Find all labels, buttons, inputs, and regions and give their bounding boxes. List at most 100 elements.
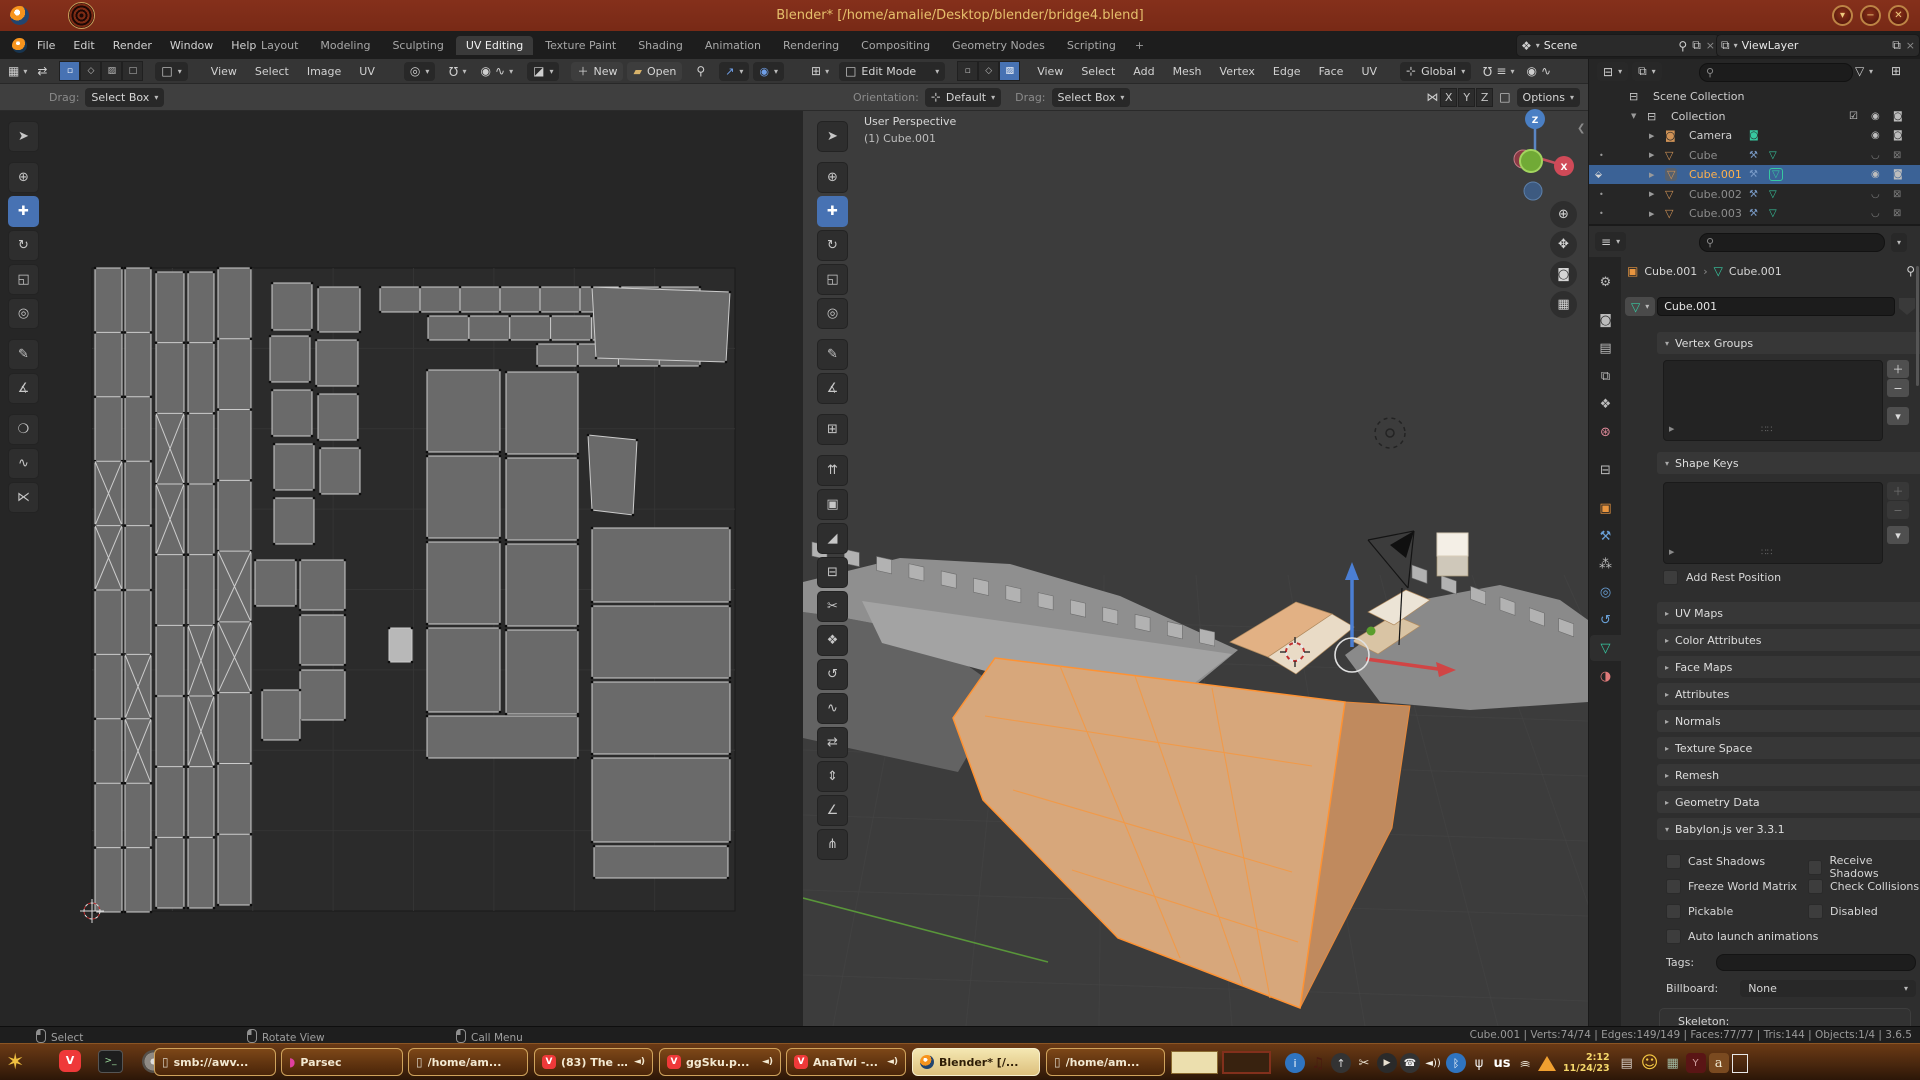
breadcrumb-data[interactable]: Cube.001 — [1729, 265, 1782, 278]
viewport-menu-view[interactable]: View — [1028, 65, 1072, 78]
uv-tool-0[interactable]: ➤ — [8, 121, 39, 152]
tray-jar-icon[interactable]: a — [1709, 1053, 1729, 1073]
expand-arrow[interactable]: ▶ — [1649, 132, 1654, 140]
eyeoff-toggle[interactable]: ◡ — [1871, 189, 1880, 200]
uv-select-mode-island[interactable]: □ — [122, 61, 143, 81]
tray-window-icon[interactable] — [1732, 1054, 1748, 1073]
uv-tool-1[interactable]: ⊕ — [8, 162, 39, 193]
viewport-tool-1[interactable]: ⊕ — [817, 162, 848, 193]
render-toggle[interactable]: ◙ — [1893, 111, 1903, 122]
render-toggle[interactable]: ◙ — [1893, 169, 1903, 180]
axis-ball-y[interactable] — [1520, 150, 1542, 172]
object-name[interactable]: Collection — [1671, 110, 1725, 123]
workspace-tab-geometry-nodes[interactable]: Geometry Nodes — [942, 36, 1055, 55]
vertex-groups-list-menu-button[interactable]: ▾ — [1887, 407, 1909, 425]
viewport-tool-15[interactable]: ↺ — [817, 659, 848, 690]
shape-keys-list[interactable] — [1663, 482, 1883, 564]
sidebar-collapse-chevron[interactable]: ❮ — [1577, 123, 1585, 134]
menu-edit[interactable]: Edit — [64, 39, 103, 52]
uv-new-image-button[interactable]: ＋New — [571, 62, 623, 81]
viewport-menu-edge[interactable]: Edge — [1264, 65, 1310, 78]
workspace-add-tab[interactable]: + — [1127, 39, 1152, 52]
panel-vertex-groups[interactable]: ▾Vertex Groups∷∷ — [1657, 332, 1920, 354]
uv-tool-10[interactable]: ⋉ — [8, 482, 39, 513]
window-titlebar[interactable]: Blender* [/home/amalie/Desktop/blender/b… — [0, 0, 1920, 31]
scene-selector[interactable]: ❖▾ Scene ⚲ ⧉ × — [1516, 34, 1720, 57]
panel-remesh[interactable]: ▸Remesh∷∷ — [1657, 764, 1920, 786]
uv-gizmo-dropdown[interactable]: ↗▾ — [719, 62, 749, 81]
uv-tool-9[interactable]: ∿ — [8, 448, 39, 479]
breadcrumb-object[interactable]: Cube.001 — [1644, 265, 1697, 278]
eye-toggle[interactable]: ◉ — [1871, 130, 1880, 141]
uv-canvas[interactable] — [0, 111, 803, 1026]
panel-texture-space[interactable]: ▸Texture Space∷∷ — [1657, 737, 1920, 759]
new-scene-icon[interactable]: ⧉ — [1692, 38, 1701, 53]
uv-editor-type-icon[interactable]: ▦ — [8, 64, 19, 78]
viewport-tool-6[interactable]: ✎ — [817, 339, 848, 370]
uv-menu-select[interactable]: Select — [246, 65, 298, 78]
shape-keys-list-add-button[interactable]: ＋ — [1887, 482, 1909, 500]
properties-options-dropdown[interactable]: ▾ — [1891, 233, 1907, 252]
add-rest-position-checkbox[interactable] — [1663, 570, 1678, 585]
pin-icon[interactable]: ⚲ — [1678, 39, 1687, 53]
mesh-name-field[interactable]: Cube.001 — [1657, 297, 1895, 316]
uv-snap-icon[interactable]: Ω — [449, 64, 458, 78]
checkbox[interactable] — [1808, 860, 1822, 875]
outliner-display-mode-dropdown[interactable]: ⊟▾ — [1597, 62, 1628, 81]
uv-falloff-icon[interactable]: ∿ — [495, 64, 505, 78]
tray-volume-icon[interactable]: ◄)) — [1423, 1053, 1443, 1073]
fake-user-shield-icon[interactable] — [1897, 298, 1917, 315]
uv-select-mode-face[interactable]: ▨ — [101, 61, 122, 81]
viewlayer-selector[interactable]: ⧉▾ ViewLayer ⧉ × — [1716, 34, 1920, 57]
tab-collection[interactable]: ⊟ — [1590, 457, 1621, 483]
checkbox[interactable] — [1666, 854, 1681, 869]
pan-hand-button[interactable]: ✥ — [1550, 231, 1577, 258]
tab-tool[interactable]: ⚙ — [1590, 269, 1621, 295]
vertex-groups-list-remove-button[interactable]: − — [1887, 379, 1909, 397]
vertex-groups-list-specials[interactable]: ▶ — [1669, 425, 1674, 433]
expand-arrow[interactable]: ▶ — [1649, 190, 1654, 198]
vp-drag-mode-dropdown[interactable]: Select Box▾ — [1052, 88, 1131, 107]
uv-select-mode-edge[interactable]: ◇ — [80, 61, 101, 81]
outliner-row-cube-002[interactable]: •▶▽Cube.002⚒▽◡⊠ — [1589, 185, 1920, 204]
uv-tool-7[interactable]: ∡ — [8, 373, 39, 404]
checkbox[interactable] — [1808, 904, 1823, 919]
properties-editor-type-dropdown[interactable]: ≡▾ — [1595, 232, 1626, 251]
object-name[interactable]: Cube — [1689, 149, 1717, 162]
viewport-tool-7[interactable]: ∡ — [817, 373, 848, 404]
eyeoff-toggle[interactable]: ◡ — [1871, 208, 1880, 219]
new-viewlayer-icon[interactable]: ⧉ — [1892, 38, 1901, 53]
checkbox[interactable] — [1666, 904, 1681, 919]
uv-overlays-dropdown[interactable]: ◉▾ — [753, 62, 784, 81]
workspace-tab-shading[interactable]: Shading — [628, 36, 693, 55]
tab-particles[interactable]: ⁂ — [1590, 551, 1621, 577]
workspace-tab-animation[interactable]: Animation — [695, 36, 771, 55]
uv-proportional-icon[interactable]: ◉ — [481, 64, 491, 78]
workspace-tab-rendering[interactable]: Rendering — [773, 36, 849, 55]
shape-keys-list-menu-button[interactable]: ▾ — [1887, 526, 1909, 544]
expand-arrow[interactable]: ▶ — [1649, 210, 1654, 218]
viewport-select-mode-vertex[interactable]: ▫ — [957, 61, 978, 81]
tab-object[interactable]: ▣ — [1590, 495, 1621, 521]
uv-pin-icon[interactable]: ⚲ — [696, 64, 705, 78]
uv-tool-5[interactable]: ◎ — [8, 298, 39, 329]
tray-calculator-icon[interactable]: ▦ — [1663, 1053, 1683, 1073]
vertex-groups-list[interactable] — [1663, 360, 1883, 441]
zoom-button[interactable]: ⊕ — [1550, 201, 1577, 228]
viewport-menu-mesh[interactable]: Mesh — [1164, 65, 1211, 78]
renderoff-toggle[interactable]: ⊠ — [1893, 150, 1901, 161]
shape-keys-list-specials[interactable]: ▶ — [1669, 548, 1674, 556]
scene-canvas[interactable] — [803, 111, 1588, 1026]
tray-bluetooth-icon[interactable]: ᛒ — [1446, 1053, 1466, 1073]
outliner-row-cube-003[interactable]: •▶▽Cube.003⚒▽◡⊠ — [1589, 204, 1920, 223]
camera-view-button[interactable]: ◙ — [1550, 261, 1577, 288]
uv-image-browse-dropdown[interactable]: ◪▾ — [527, 62, 559, 81]
viewport-tool-3[interactable]: ↻ — [817, 230, 848, 261]
outliner-row-scene collection[interactable]: ⊟Scene Collection — [1589, 87, 1920, 106]
tray-usb-icon[interactable]: ψ — [1469, 1053, 1489, 1073]
uv-menu-view[interactable]: View — [202, 65, 246, 78]
task-button-7[interactable]: ▯/home/am... — [1046, 1048, 1165, 1076]
tray-info-icon[interactable]: i — [1285, 1053, 1305, 1073]
menu-window[interactable]: Window — [161, 39, 222, 52]
expand-arrow[interactable]: ▶ — [1649, 151, 1654, 159]
